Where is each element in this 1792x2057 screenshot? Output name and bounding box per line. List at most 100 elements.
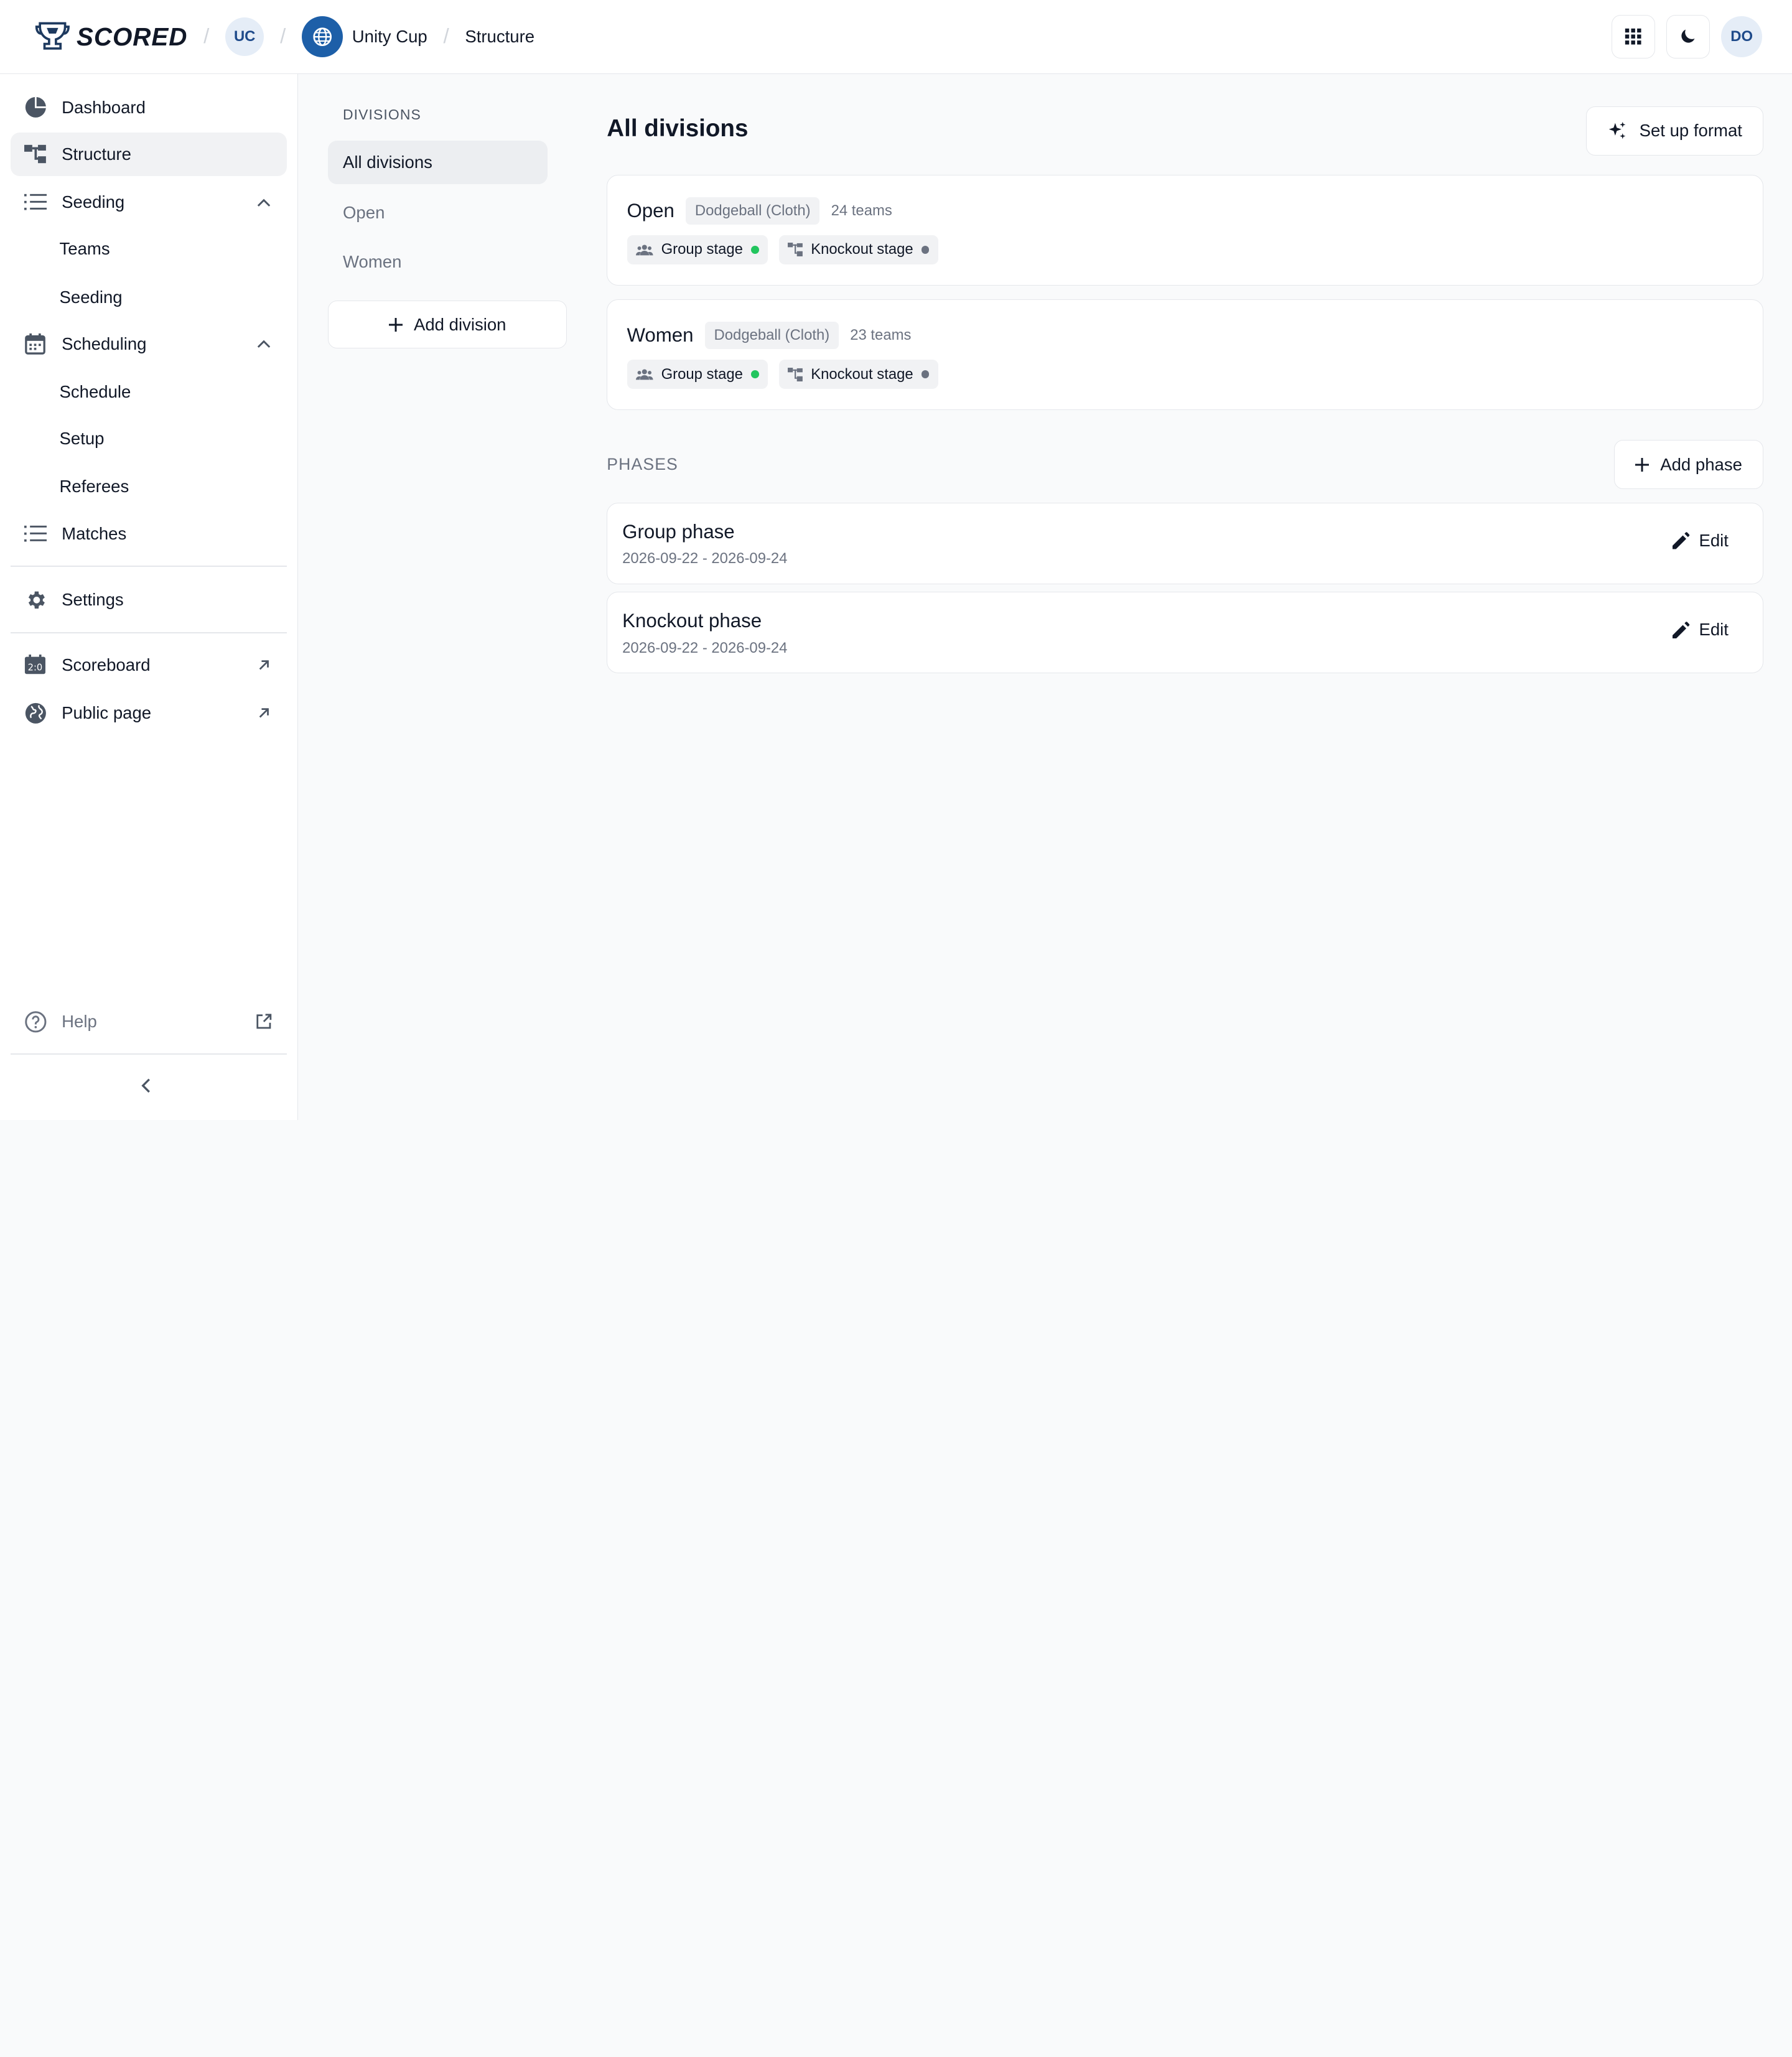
pie-chart-icon xyxy=(23,95,48,119)
collapse-sidebar-icon[interactable] xyxy=(141,1078,159,1096)
arrow-up-right-icon xyxy=(255,656,273,674)
breadcrumb-tournament[interactable]: Unity Cup xyxy=(352,27,427,47)
sidebar-item-label: Settings xyxy=(62,590,124,610)
division-name: Open xyxy=(627,199,674,222)
team-count: 23 teams xyxy=(850,327,912,344)
sidebar-item-teams[interactable]: Teams xyxy=(60,227,110,271)
division-card-women[interactable]: Women Dodgeball (Cloth) 23 teams Group s… xyxy=(607,299,1764,411)
division-card-open[interactable]: Open Dodgeball (Cloth) 24 teams Group st… xyxy=(607,175,1764,286)
sidebar-item-public-page[interactable]: Public page xyxy=(11,691,287,735)
edit-label: Edit xyxy=(1699,531,1729,551)
theme-toggle-button[interactable] xyxy=(1666,14,1710,58)
edit-phase-button[interactable]: Edit xyxy=(1673,620,1729,640)
stage-chip-knockout[interactable]: Knockout stage xyxy=(778,359,939,389)
status-dot xyxy=(921,370,930,378)
list-icon xyxy=(23,521,48,546)
sidebar-item-label: Matches xyxy=(62,523,127,543)
sidebar-item-settings[interactable]: Settings xyxy=(11,578,287,622)
scoreboard-icon: 2:0 xyxy=(23,653,48,678)
breadcrumb-separator: / xyxy=(443,25,449,49)
sidebar-item-structure[interactable]: Structure xyxy=(10,133,287,176)
phase-dates: 2026-09-22 - 2026-09-24 xyxy=(622,550,788,567)
sidebar-divider xyxy=(10,632,287,633)
svg-text:2:0: 2:0 xyxy=(28,663,43,673)
add-division-button[interactable]: Add division xyxy=(328,301,567,349)
sidebar-item-label: Public page xyxy=(62,703,152,723)
user-avatar[interactable]: DO xyxy=(1721,16,1763,57)
sidebar-item-seeding[interactable]: Seeding xyxy=(60,276,123,319)
stage-label: Group stage xyxy=(661,365,743,383)
add-division-label: Add division xyxy=(413,314,506,334)
team-count: 24 teams xyxy=(831,202,892,219)
edit-label: Edit xyxy=(1699,620,1729,640)
help-circle-icon xyxy=(23,1009,48,1034)
sidebar-item-dashboard[interactable]: Dashboard xyxy=(11,86,287,129)
tournament-globe-icon[interactable] xyxy=(301,16,343,58)
stage-chip-group[interactable]: Group stage xyxy=(627,359,768,389)
gear-icon xyxy=(23,587,48,612)
sparkles-icon xyxy=(1608,121,1626,139)
list-icon xyxy=(23,190,48,215)
phase-dates: 2026-09-22 - 2026-09-24 xyxy=(622,639,788,656)
pencil-icon xyxy=(1673,622,1690,639)
chevron-up-icon[interactable] xyxy=(255,335,273,353)
bracket-icon xyxy=(788,367,803,381)
sidebar-item-help[interactable]: Help xyxy=(11,1000,287,1043)
sidebar-divider xyxy=(10,566,287,567)
stage-chip-knockout[interactable]: Knockout stage xyxy=(778,235,939,265)
tree-structure-icon xyxy=(23,142,48,167)
sidebar-item-matches[interactable]: Matches xyxy=(11,512,287,556)
phase-card-group[interactable]: Group phase 2026-09-22 - 2026-09-24 Edit xyxy=(607,503,1764,584)
sidebar-item-schedule[interactable]: Schedule xyxy=(60,370,131,414)
trophy-logo-icon xyxy=(35,22,70,50)
stage-label: Knockout stage xyxy=(811,365,913,383)
sidebar-item-referees[interactable]: Referees xyxy=(60,465,129,509)
stage-label: Knockout stage xyxy=(811,241,913,258)
app-root: SCORED / UC / Unity Cup / Structure DO D… xyxy=(0,0,1792,1120)
external-link-icon xyxy=(255,1012,273,1030)
division-item-women[interactable]: Women xyxy=(328,240,548,284)
sport-badge: Dodgeball (Cloth) xyxy=(704,322,839,350)
brand-name: SCORED xyxy=(77,22,188,51)
edit-phase-button[interactable]: Edit xyxy=(1673,531,1729,551)
phases-section-label: PHASES xyxy=(607,454,678,473)
status-dot xyxy=(750,245,759,254)
group-users-icon xyxy=(636,369,653,380)
plus-icon xyxy=(1635,457,1649,472)
status-dot xyxy=(750,370,759,378)
add-phase-button[interactable]: Add phase xyxy=(1613,440,1764,490)
sidebar-item-label: Scheduling xyxy=(62,334,147,353)
sidebar-item-setup[interactable]: Setup xyxy=(60,417,105,460)
status-dot xyxy=(921,245,930,254)
sidebar-item-label: Dashboard xyxy=(62,97,146,117)
chevron-up-icon[interactable] xyxy=(255,193,273,211)
division-item-open[interactable]: Open xyxy=(328,191,548,235)
phase-name: Group phase xyxy=(622,520,735,543)
breadcrumb-current-page: Structure xyxy=(465,27,535,47)
moon-icon xyxy=(1681,29,1695,43)
division-item-all[interactable]: All divisions xyxy=(328,140,548,184)
add-phase-label: Add phase xyxy=(1660,454,1742,474)
stage-label: Group stage xyxy=(661,241,743,258)
phase-card-knockout[interactable]: Knockout phase 2026-09-22 - 2026-09-24 E… xyxy=(607,592,1764,673)
top-bar: SCORED / UC / Unity Cup / Structure DO xyxy=(0,0,1792,75)
apps-grid-icon xyxy=(1625,28,1641,45)
sidebar-group-scheduling[interactable]: Scheduling xyxy=(11,322,287,366)
group-users-icon xyxy=(636,245,653,256)
sidebar-item-label: Structure xyxy=(62,144,131,164)
sidebar: Dashboard Structure Seeding Teams Seedin… xyxy=(0,74,299,1120)
phase-name: Knockout phase xyxy=(622,609,762,632)
apps-grid-button[interactable] xyxy=(1611,14,1655,58)
arrow-up-right-icon xyxy=(255,704,273,722)
logo[interactable]: SCORED xyxy=(34,20,187,54)
bracket-icon xyxy=(788,243,803,257)
sidebar-item-label: Help xyxy=(62,1011,97,1031)
org-avatar[interactable]: UC xyxy=(225,17,264,57)
sidebar-item-label: Seeding xyxy=(62,192,125,212)
stage-chip-group[interactable]: Group stage xyxy=(627,235,768,265)
plus-icon xyxy=(388,317,403,332)
sidebar-item-scoreboard[interactable]: 2:0 Scoreboard xyxy=(11,643,287,687)
sidebar-divider xyxy=(10,1053,287,1055)
set-up-format-button[interactable]: Set up format xyxy=(1586,106,1764,156)
sidebar-group-seeding[interactable]: Seeding xyxy=(11,180,287,224)
